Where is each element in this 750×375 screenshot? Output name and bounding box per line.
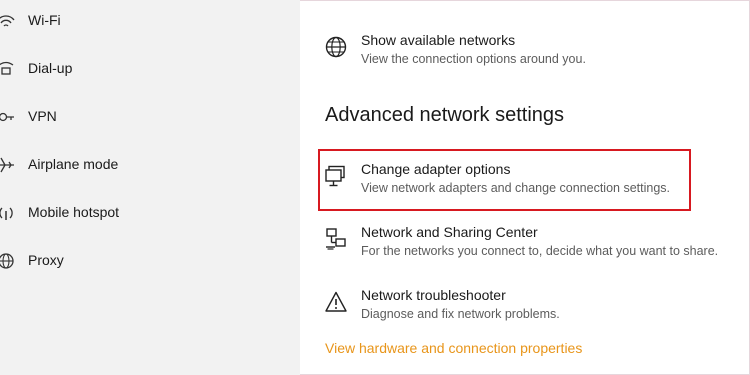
network-troubleshooter[interactable]: Network troubleshooter Diagnose and fix …: [300, 287, 740, 331]
globe-icon: [0, 251, 16, 271]
entry-title: Network troubleshooter: [361, 287, 506, 303]
sidebar-item-label: Mobile hotspot: [28, 204, 120, 220]
sidebar-item-proxy[interactable]: Proxy: [0, 248, 290, 274]
sidebar-item-label: VPN: [28, 108, 57, 124]
dialup-icon: [0, 59, 16, 79]
sidebar-item-mobile-hotspot[interactable]: Mobile hotspot: [0, 200, 290, 226]
network-sharing-icon: [322, 226, 350, 252]
sidebar-item-label: Wi-Fi: [28, 12, 61, 28]
vpn-icon: [0, 107, 16, 127]
globe-icon: [322, 34, 350, 60]
entry-title: Show available networks: [361, 32, 516, 48]
entry-description: Diagnose and fix network problems.: [361, 307, 560, 321]
sidebar-item-wifi[interactable]: Wi-Fi: [0, 8, 290, 34]
entry-description: View the connection options around you.: [361, 52, 586, 66]
sidebar: Wi-Fi Dial-up VPN Airplane mode Mobile h…: [0, 0, 300, 375]
sidebar-item-vpn[interactable]: VPN: [0, 104, 290, 130]
hotspot-icon: [0, 203, 16, 223]
airplane-icon: [0, 155, 16, 175]
sidebar-item-dialup[interactable]: Dial-up: [0, 56, 290, 82]
wifi-icon: [0, 11, 16, 31]
view-hardware-properties-link[interactable]: View hardware and connection properties: [325, 340, 582, 356]
entry-description: For the networks you connect to, decide …: [361, 244, 719, 258]
sidebar-item-label: Airplane mode: [28, 156, 119, 172]
network-and-sharing-center[interactable]: Network and Sharing Center For the netwo…: [300, 224, 740, 268]
show-available-networks[interactable]: Show available networks View the connect…: [300, 32, 740, 76]
sidebar-item-label: Proxy: [28, 252, 64, 268]
highlight-box: [318, 149, 691, 211]
entry-title: Network and Sharing Center: [361, 224, 538, 240]
sidebar-item-airplane-mode[interactable]: Airplane mode: [0, 152, 290, 178]
section-heading: Advanced network settings: [325, 104, 565, 126]
warning-icon: [322, 289, 350, 315]
sidebar-item-label: Dial-up: [28, 60, 73, 76]
